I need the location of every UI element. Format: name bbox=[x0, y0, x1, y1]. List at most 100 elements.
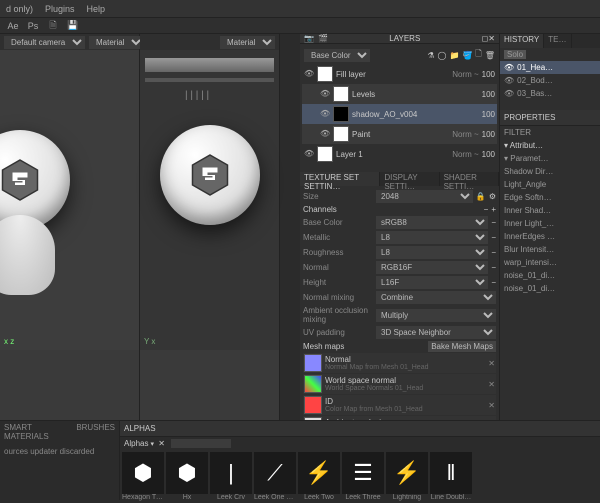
alpha-item[interactable]: ⚡Leek Two bbox=[298, 452, 340, 501]
viewport-2d[interactable]: | | | | | Y x bbox=[140, 50, 279, 350]
texture-set-item[interactable]: 👁03_Bas… bbox=[500, 87, 600, 100]
channel-remove-icon[interactable]: − bbox=[491, 263, 496, 272]
blend-mode[interactable]: Norm ~ bbox=[452, 150, 478, 159]
property-row[interactable]: Light_Angle bbox=[500, 178, 600, 191]
ae-icon[interactable]: Ae bbox=[6, 19, 20, 33]
channel-remove-icon[interactable]: − bbox=[491, 218, 496, 227]
blend-mode[interactable]: Norm ~ bbox=[452, 130, 478, 139]
property-row[interactable]: warp_intensi… bbox=[500, 256, 600, 269]
eye-icon[interactable]: 👁 bbox=[504, 89, 514, 98]
menu-help[interactable]: Help bbox=[87, 4, 106, 14]
alphas-close-icon[interactable]: ✕ bbox=[158, 439, 165, 448]
gear-icon[interactable]: ⚙ bbox=[489, 192, 496, 201]
eye-icon[interactable]: 👁 bbox=[504, 63, 514, 72]
solo-toggle[interactable]: Solo bbox=[504, 50, 526, 59]
material-select-2d[interactable]: Material bbox=[220, 36, 275, 49]
opacity-value[interactable]: 100 bbox=[482, 130, 495, 139]
tab-display[interactable]: DISPLAY SETTI… bbox=[380, 172, 439, 186]
bake-button[interactable]: Bake Mesh Maps bbox=[428, 341, 496, 352]
viewport-3d[interactable]: x z bbox=[0, 50, 139, 350]
channel-format[interactable]: RGB16F bbox=[376, 261, 488, 274]
normal-mix-select[interactable]: Combine bbox=[376, 291, 496, 304]
alpha-item[interactable]: |Leek Crv bbox=[210, 452, 252, 501]
layers-undock-icon[interactable]: ◻ bbox=[482, 34, 489, 43]
property-row[interactable]: Shadow Dir… bbox=[500, 165, 600, 178]
channel-remove-icon[interactable]: − bbox=[491, 233, 496, 242]
layer-mask-icon[interactable]: ◯ bbox=[438, 51, 447, 60]
opacity-value[interactable]: 100 bbox=[482, 150, 495, 159]
layer-row[interactable]: 👁PaintNorm ~100 bbox=[302, 124, 497, 144]
alpha-item[interactable]: ⟋Leek One D… bbox=[254, 452, 296, 501]
menu-plugins[interactable]: Plugins bbox=[45, 4, 75, 14]
channel-format[interactable]: L8 bbox=[376, 231, 488, 244]
eye-icon[interactable]: 👁 bbox=[504, 76, 514, 85]
meshmap-row[interactable]: IDColor Map from Mesh 01_Head✕ bbox=[303, 395, 496, 415]
meshmap-row[interactable]: World space normalWorld Space Normals 01… bbox=[303, 374, 496, 394]
visibility-icon[interactable]: 👁 bbox=[320, 109, 330, 119]
meshmap-remove-icon[interactable]: ✕ bbox=[488, 401, 495, 410]
alpha-item[interactable]: ⬢Hexagon Ti… bbox=[122, 452, 164, 501]
opacity-value[interactable]: 100 bbox=[482, 70, 495, 79]
uv-pad-select[interactable]: 3D Space Neighbor bbox=[376, 326, 496, 339]
property-row[interactable]: Edge Softn… bbox=[500, 191, 600, 204]
layer-row[interactable]: 👁Fill layerNorm ~100 bbox=[302, 64, 497, 84]
ao-mix-select[interactable]: Multiply bbox=[376, 309, 496, 322]
opacity-value[interactable]: 100 bbox=[482, 110, 495, 119]
blend-mode[interactable]: Norm ~ bbox=[452, 70, 478, 79]
channel-format[interactable]: L8 bbox=[376, 246, 488, 259]
texture-set-item[interactable]: 👁01_Hea… bbox=[500, 61, 600, 74]
meshmap-remove-icon[interactable]: ✕ bbox=[488, 380, 495, 389]
channel-format[interactable]: L16F bbox=[376, 276, 488, 289]
alpha-item[interactable]: ⬢Hx bbox=[166, 452, 208, 501]
camera-select[interactable]: Default camera bbox=[4, 36, 85, 49]
visibility-icon[interactable]: 👁 bbox=[320, 129, 330, 139]
size-select[interactable]: 2048 bbox=[376, 190, 473, 203]
alphas-filter[interactable]: Alphas bbox=[124, 439, 154, 448]
property-row[interactable]: Inner Shad… bbox=[500, 204, 600, 217]
save-icon[interactable]: 💾 bbox=[66, 19, 80, 33]
property-row[interactable]: InnerEdges … bbox=[500, 230, 600, 243]
property-row[interactable]: ▾ Paramet… bbox=[500, 152, 600, 165]
property-row[interactable]: Blur Intensit… bbox=[500, 243, 600, 256]
tab-texture-set[interactable]: TEXTURE SET SETTIN… bbox=[300, 172, 380, 186]
meshmap-remove-icon[interactable]: ✕ bbox=[488, 359, 495, 368]
tab-shader[interactable]: SHADER SETTI… bbox=[440, 172, 499, 186]
layer-folder-icon[interactable]: 📁 bbox=[449, 51, 459, 60]
channel-remove-icon[interactable]: − bbox=[484, 205, 489, 214]
layer-add-icon[interactable]: 🗋 bbox=[475, 48, 481, 62]
texture-set-item[interactable]: 👁02_Bod… bbox=[500, 74, 600, 87]
tab-history[interactable]: HISTORY bbox=[500, 34, 544, 48]
channel-select[interactable]: Base Color bbox=[304, 49, 370, 62]
layers-close-icon[interactable]: ✕ bbox=[488, 34, 495, 43]
opacity-value[interactable]: 100 bbox=[482, 90, 495, 99]
property-row[interactable]: noise_01_di… bbox=[500, 269, 600, 282]
channel-add-icon[interactable]: + bbox=[491, 205, 496, 214]
property-row[interactable]: Inner Light_… bbox=[500, 217, 600, 230]
camera-icon[interactable]: 📷 bbox=[304, 34, 314, 43]
property-row[interactable]: noise_01_di… bbox=[500, 282, 600, 295]
layer-delete-icon[interactable]: 🗑 bbox=[485, 51, 495, 60]
render-icon[interactable]: 🎬 bbox=[318, 34, 328, 43]
file-icon[interactable]: 🗎 bbox=[46, 19, 60, 33]
lock-icon[interactable]: 🔒 bbox=[476, 192, 486, 201]
attributes-group[interactable]: Attribut… bbox=[510, 141, 543, 150]
tab-tex[interactable]: TE… bbox=[544, 34, 571, 48]
alpha-item[interactable]: ⚡Lightning bbox=[386, 452, 428, 501]
channel-format[interactable]: sRGB8 bbox=[376, 216, 488, 229]
layer-fx-icon[interactable]: ⚗ bbox=[427, 51, 434, 60]
layer-bucket-icon[interactable]: 🪣 bbox=[462, 51, 472, 60]
channel-remove-icon[interactable]: − bbox=[491, 278, 496, 287]
visibility-icon[interactable]: 👁 bbox=[320, 89, 330, 99]
material-select-3d[interactable]: Material bbox=[89, 36, 144, 49]
shelf-tab-smart[interactable]: SMART MATERIALS bbox=[0, 421, 72, 443]
layer-row[interactable]: 👁Levels100 bbox=[302, 84, 497, 104]
visibility-icon[interactable]: 👁 bbox=[304, 69, 314, 79]
alpha-item[interactable]: ☰Leek Three bbox=[342, 452, 384, 501]
ps-icon[interactable]: Ps bbox=[26, 19, 40, 33]
visibility-icon[interactable]: 👁 bbox=[304, 149, 314, 159]
layer-row[interactable]: 👁Layer 1Norm ~100 bbox=[302, 144, 497, 164]
meshmap-row[interactable]: NormalNormal Map from Mesh 01_Head✕ bbox=[303, 353, 496, 373]
shelf-tab-brushes[interactable]: BRUSHES bbox=[72, 421, 119, 443]
alpha-item[interactable]: ‖Line Doubl… bbox=[430, 452, 472, 501]
layer-row[interactable]: 👁shadow_AO_v004100 bbox=[302, 104, 497, 124]
